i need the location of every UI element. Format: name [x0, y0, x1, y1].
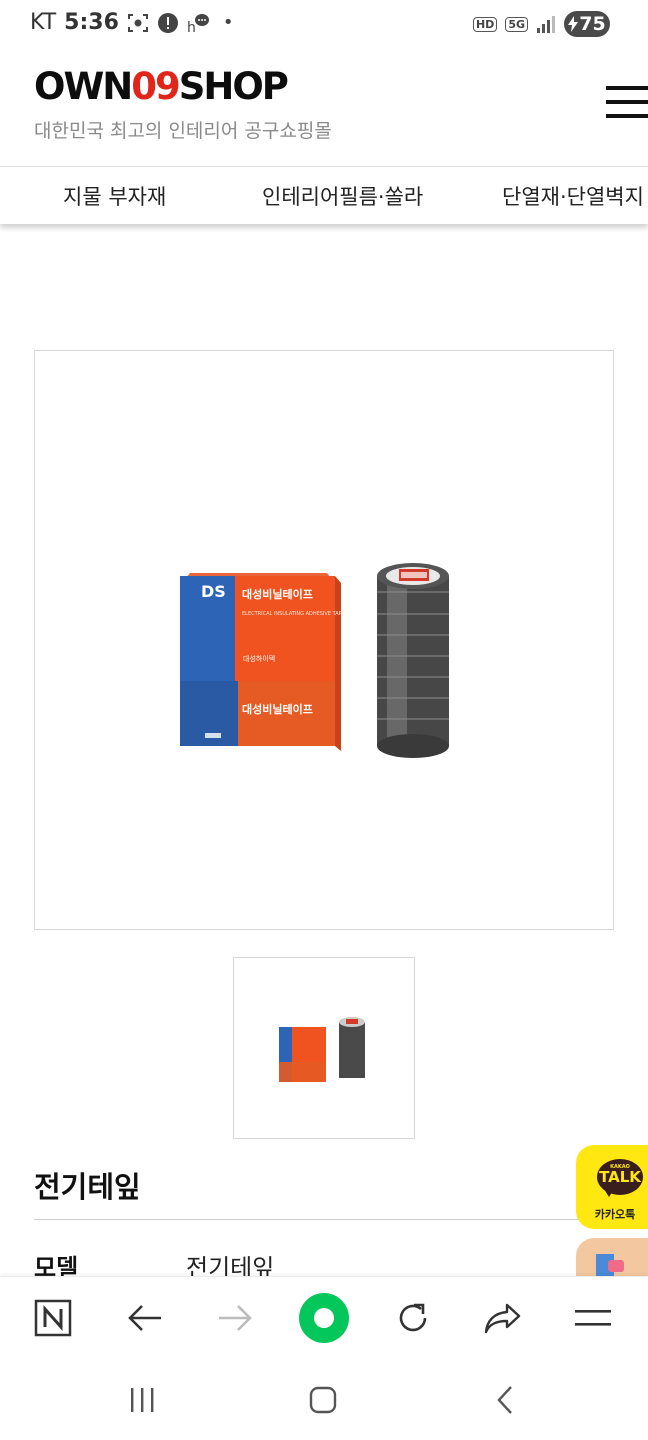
refresh-button[interactable] — [390, 1295, 436, 1341]
title-divider — [34, 1219, 614, 1220]
product-thumbnail[interactable] — [233, 957, 415, 1139]
browser-toolbar — [0, 1276, 648, 1360]
category-tab[interactable]: 지물 부자재 — [63, 181, 166, 211]
box-korean-title: 대성비닐테이프 — [242, 587, 313, 601]
kakao-small-label: KAKAO — [610, 1164, 630, 1170]
status-bar: KT 5:36 h • HD 5G 75 — [0, 0, 648, 48]
box-maker: 대성하이텍 — [243, 654, 275, 663]
logo-shop: SHOP — [178, 65, 289, 108]
thumbnail-photo — [279, 1017, 365, 1082]
logo-own: OWN — [34, 65, 133, 108]
naver-home-button[interactable] — [298, 1292, 350, 1344]
box-barcode — [205, 733, 221, 738]
thumb-tape — [339, 1022, 365, 1078]
menu-icon — [575, 1310, 611, 1326]
recent-apps-button[interactable] — [122, 1382, 162, 1418]
tape-roll-stack — [377, 563, 449, 758]
box-side — [335, 576, 341, 751]
naver-n-button[interactable] — [30, 1295, 76, 1341]
system-back-button[interactable] — [485, 1382, 525, 1418]
product-photo: DS 대성비닐테이프 ELECTRICAL INSULATING ADHESIV… — [180, 563, 449, 758]
charging-bolt-icon — [568, 16, 579, 32]
kakaotalk-button[interactable]: KAKAO TALK 카카오톡 — [576, 1145, 648, 1229]
forward-arrow-icon — [219, 1305, 252, 1331]
naver-n-icon — [34, 1299, 72, 1337]
box-korean-title-2: 대성비닐테이프 — [242, 702, 313, 716]
screenshot-icon — [127, 13, 148, 32]
kakao-bubble-text: TALK — [599, 1168, 641, 1186]
recent-apps-icon — [131, 1388, 154, 1412]
thumb-tape-label — [346, 1019, 358, 1024]
notification-dot: • — [222, 12, 234, 33]
menu-bar — [606, 86, 648, 90]
shop-helper-icon — [596, 1254, 624, 1278]
hd-voice-icon: HD — [472, 16, 498, 32]
refresh-icon — [399, 1303, 427, 1332]
signal-icon — [537, 16, 555, 33]
share-button[interactable] — [480, 1295, 526, 1341]
home-icon — [309, 1386, 337, 1414]
category-tab[interactable]: 단열재·단열벽지 — [502, 181, 644, 211]
forward-button[interactable] — [212, 1295, 258, 1341]
secondary-floating-button[interactable] — [576, 1238, 648, 1278]
back-button[interactable] — [122, 1295, 168, 1341]
site-logo[interactable]: OWN09SHOP — [34, 65, 289, 108]
product-title: 전기테잎 — [34, 1170, 141, 1204]
network-5g-icon: 5G — [505, 16, 528, 32]
back-icon — [497, 1386, 512, 1414]
product-main-image[interactable]: DS 대성비닐테이프 ELECTRICAL INSULATING ADHESIV… — [34, 350, 614, 930]
android-nav-bar — [0, 1360, 648, 1440]
alert-icon — [157, 12, 178, 33]
svg-text:h: h — [187, 20, 196, 34]
menu-bar — [606, 100, 648, 104]
category-tab[interactable]: 인테리어필름·쏠라 — [262, 181, 423, 211]
category-nav: 지물 부자재 인테리어필름·쏠라 단열재·단열벽지 — [0, 166, 648, 224]
home-green-icon — [299, 1293, 349, 1343]
box-ds-logo: DS — [201, 582, 226, 601]
carrier-label: KT — [30, 10, 57, 35]
thumb-box-band — [279, 1062, 326, 1082]
status-left: KT 5:36 h • — [30, 10, 234, 35]
back-arrow-icon — [128, 1305, 161, 1331]
logo-09: 09 — [131, 65, 180, 108]
menu-button[interactable] — [606, 86, 648, 122]
share-icon — [484, 1303, 521, 1334]
battery-indicator: 75 — [564, 11, 610, 37]
clock-time: 5:36 — [64, 10, 119, 35]
status-right: HD 5G 75 — [472, 11, 610, 37]
site-header: OWN09SHOP 대한민국 최고의 인테리어 공구쇼핑몰 — [0, 48, 648, 166]
kakaotalk-label: 카카오톡 — [594, 1208, 636, 1221]
talk-notification-icon: h — [187, 13, 209, 34]
home-button[interactable] — [303, 1382, 343, 1418]
battery-level: 75 — [579, 13, 606, 35]
box-english-label: ELECTRICAL INSULATING ADHESIVE TAPE — [242, 611, 345, 617]
site-tagline: 대한민국 최고의 인테리어 공구쇼핑몰 — [34, 120, 332, 142]
browser-menu-button[interactable] — [570, 1295, 616, 1341]
menu-bar — [606, 114, 648, 118]
kakao-bubble-tail — [604, 1189, 614, 1197]
